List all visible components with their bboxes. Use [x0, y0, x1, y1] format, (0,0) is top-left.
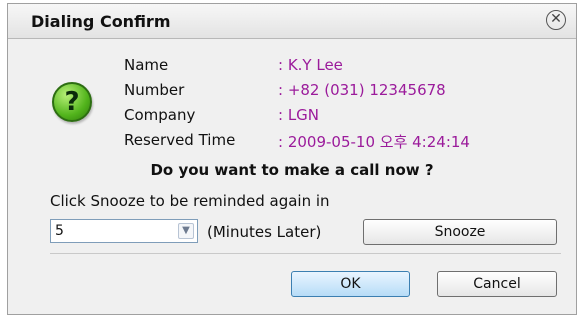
minutes-later-label: (Minutes Later): [207, 223, 322, 241]
snooze-prompt: Click Snooze to be reminded again in: [50, 192, 330, 210]
snooze-button[interactable]: Snooze: [363, 219, 557, 245]
dialing-confirm-dialog: Dialing Confirm ✕ ? Name : K.Y Lee Numbe…: [7, 3, 577, 315]
close-icon[interactable]: ✕: [546, 10, 566, 30]
reserved-time-value: : 2009-05-10 오후 4:24:14: [278, 133, 470, 151]
snooze-minutes-value: 5: [55, 223, 64, 239]
number-label: Number: [124, 81, 185, 99]
name-value: : K.Y Lee: [278, 56, 343, 74]
confirm-question: Do you want to make a call now ?: [150, 161, 434, 179]
cancel-button[interactable]: Cancel: [437, 271, 557, 297]
number-value: : +82 (031) 12345678: [278, 81, 446, 99]
question-mark-glyph: ?: [64, 87, 80, 117]
divider: [50, 253, 561, 254]
name-label: Name: [124, 56, 169, 74]
title-bar[interactable]: Dialing Confirm ✕: [8, 4, 576, 39]
snooze-minutes-select[interactable]: 5 ▼: [50, 219, 198, 243]
company-value: : LGN: [278, 106, 320, 124]
dialog-title: Dialing Confirm: [31, 12, 171, 31]
reserved-time-label: Reserved Time: [124, 131, 236, 149]
chevron-down-icon[interactable]: ▼: [178, 223, 194, 239]
question-icon: ?: [52, 82, 92, 122]
company-label: Company: [124, 106, 196, 124]
ok-button[interactable]: OK: [291, 271, 410, 297]
